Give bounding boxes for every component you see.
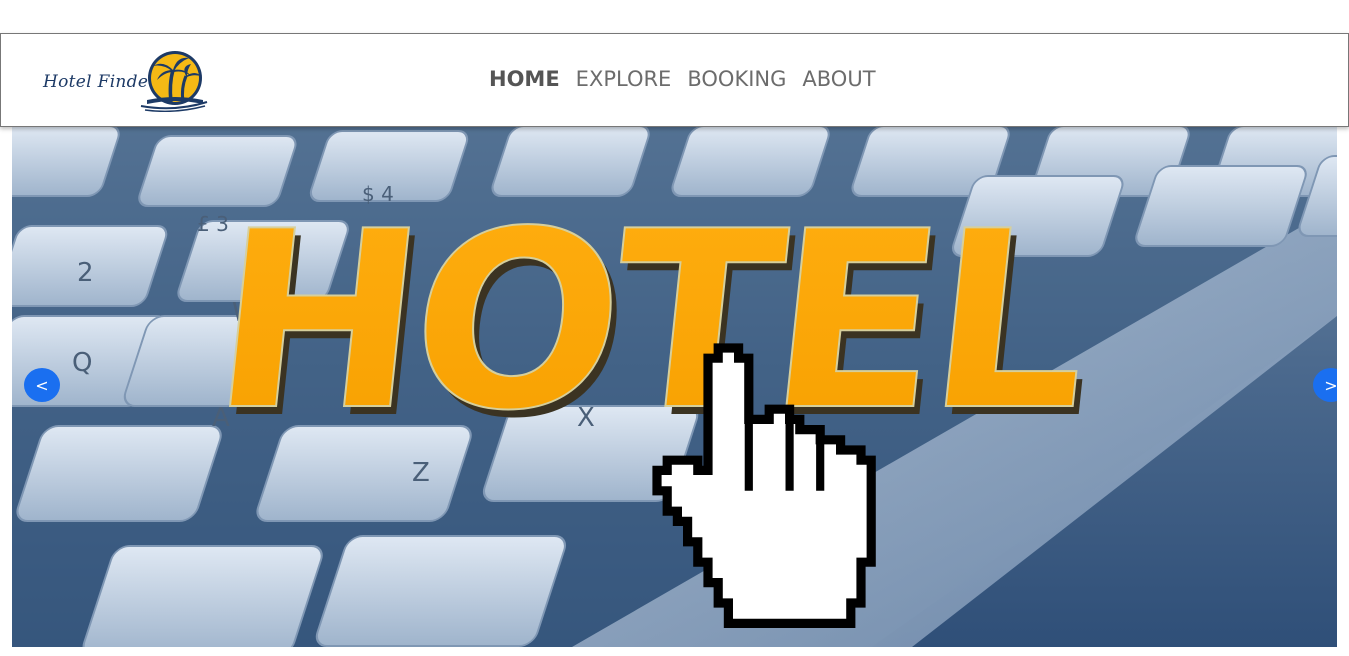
carousel-slide-image: 2 Q A Z X W £ 3 $ 4 HOTEL HOTEL [12, 126, 1337, 647]
hero-carousel: 2 Q A Z X W £ 3 $ 4 HOTEL HOTEL < > [12, 126, 1337, 647]
hotel-sign: HOTEL HOTEL [200, 178, 1102, 472]
nav-item-booking[interactable]: BOOKING [687, 67, 786, 91]
main-nav: HOME EXPLORE BOOKING ABOUT [489, 67, 876, 91]
nav-item-explore[interactable]: EXPLORE [576, 67, 672, 91]
nav-item-home[interactable]: HOME [489, 67, 560, 91]
page: Hotel Finder HOME EXPLORE BOOKING ABOUT … [0, 0, 1349, 656]
carousel-prev-button[interactable]: < [24, 368, 60, 402]
palm-tree-sun-icon [140, 51, 208, 112]
svg-text:2: 2 [77, 258, 94, 288]
nav-item-about[interactable]: ABOUT [802, 67, 875, 91]
svg-text:HOTEL: HOTEL [201, 179, 1096, 464]
svg-text:Q: Q [72, 348, 92, 378]
svg-text:£ 3: £ 3 [197, 212, 229, 236]
navbar: Hotel Finder HOME EXPLORE BOOKING ABOUT [0, 33, 1349, 127]
brand-logo[interactable]: Hotel Finder [41, 50, 211, 112]
